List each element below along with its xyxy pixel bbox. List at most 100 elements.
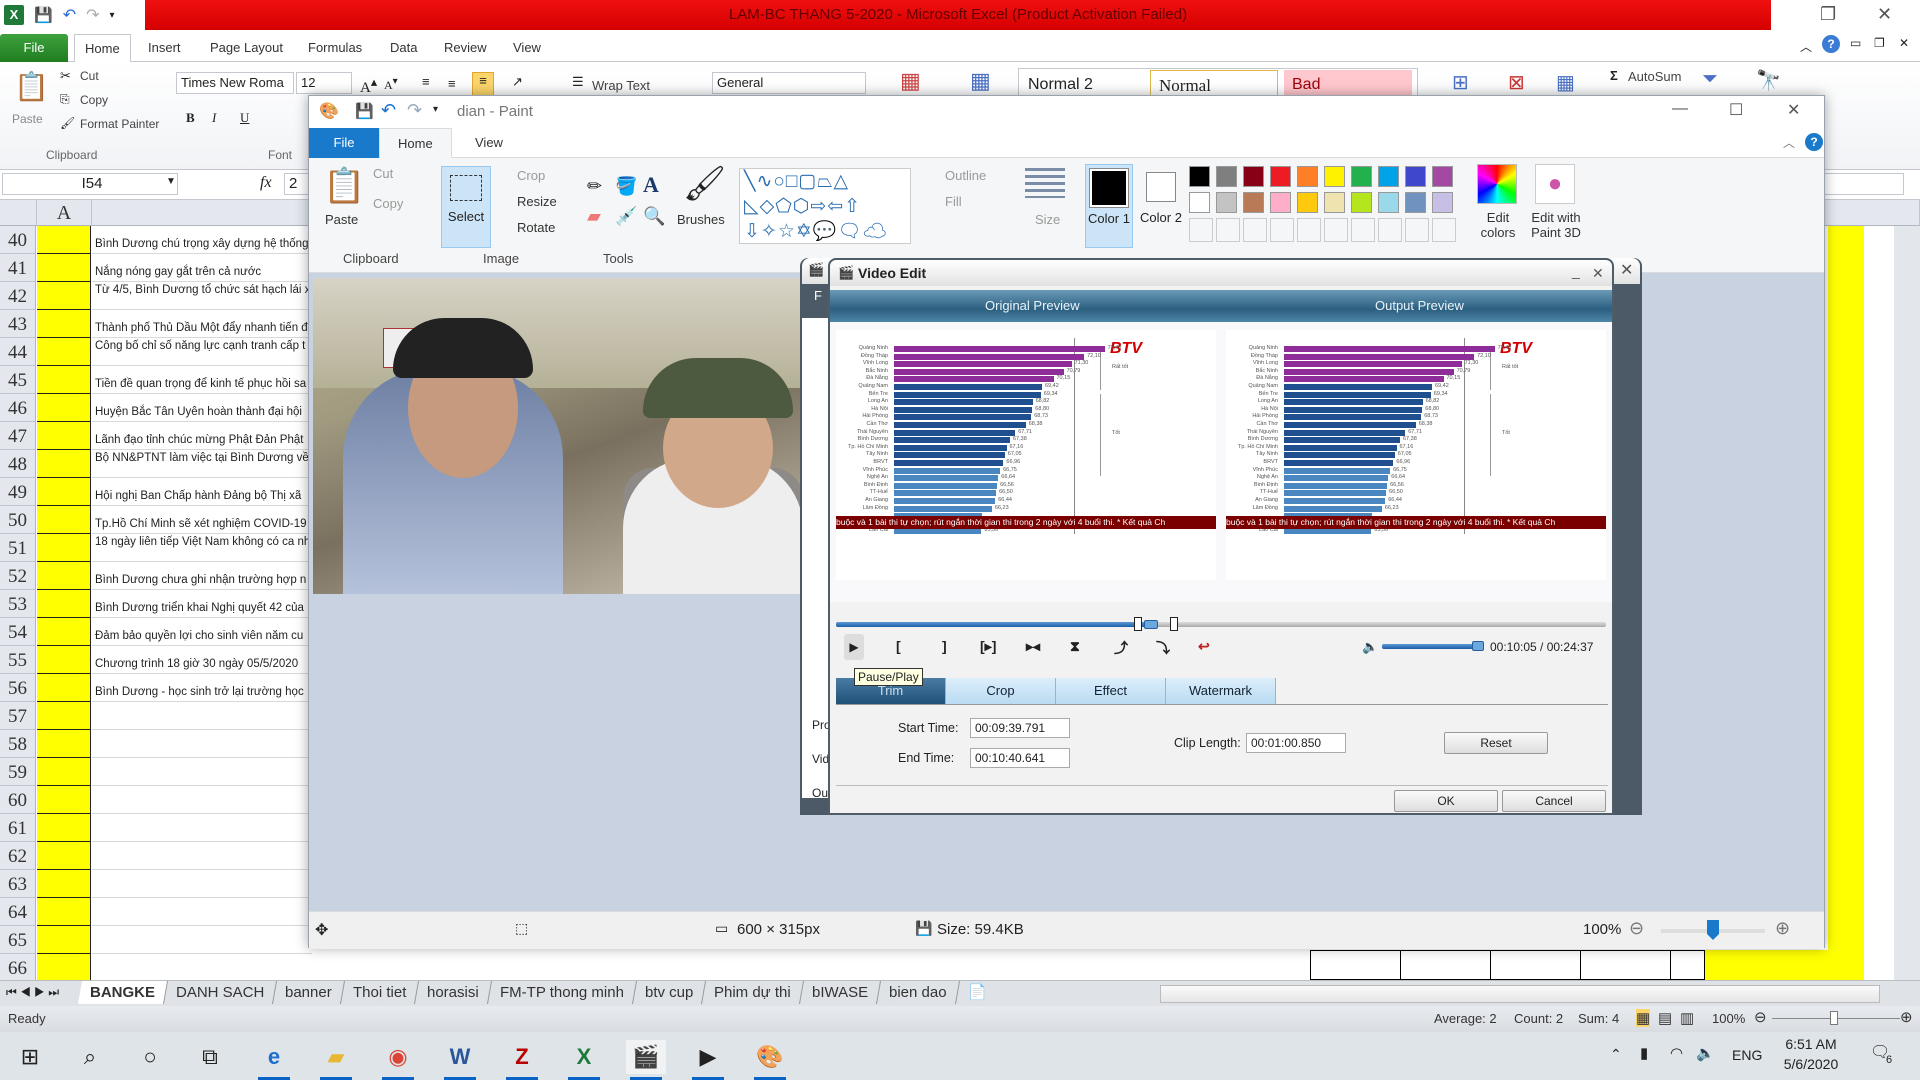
cell-a[interactable]	[37, 338, 91, 366]
cell-b[interactable]: Bình Dương chưa ghi nhận trường hợp n	[92, 562, 312, 590]
resize-button[interactable]: Resize	[517, 194, 557, 209]
paint-customize-icon[interactable]: ▾	[433, 104, 438, 115]
cell-b[interactable]: Công bố chỉ số năng lực cạnh tranh cấp t	[92, 338, 312, 366]
ok-button[interactable]: OK	[1394, 790, 1498, 812]
show-hidden-icons[interactable]: ⌃	[1610, 1046, 1622, 1063]
paint3d-icon[interactable]: ●	[1535, 164, 1575, 204]
paint-help-icon[interactable]: ?	[1805, 133, 1823, 151]
task-view-icon[interactable]: ⧉	[190, 1040, 230, 1074]
sheet-tab[interactable]: Phim dự thi	[702, 981, 805, 1004]
workbook-close-icon[interactable]: ✕	[1899, 36, 1909, 50]
cell-b[interactable]	[92, 814, 312, 842]
paint-taskbar-icon[interactable]: 🎨	[750, 1040, 790, 1080]
edit-colors-icon[interactable]	[1477, 164, 1517, 204]
row-header[interactable]: 51	[0, 534, 36, 562]
tab-crop[interactable]: Crop	[946, 678, 1056, 704]
text-tool-icon[interactable]: A	[643, 172, 659, 198]
media-player-icon[interactable]: ▶	[688, 1040, 728, 1080]
cell-a[interactable]	[37, 730, 91, 758]
tab-home[interactable]: Home	[74, 34, 131, 62]
tab-effect[interactable]: Effect	[1056, 678, 1166, 704]
palette-swatch[interactable]	[1405, 192, 1426, 213]
palette-empty-swatch[interactable]	[1243, 218, 1267, 242]
brushes-icon[interactable]: 🖌	[683, 164, 726, 204]
tab-data[interactable]: Data	[380, 34, 427, 62]
sheet-tab[interactable]: horasisi	[415, 981, 493, 1004]
name-box[interactable]: I54	[2, 173, 178, 195]
cell-a[interactable]	[37, 478, 91, 506]
size-button[interactable]: Size	[1035, 212, 1060, 227]
cell-b[interactable]: Đảm bảo quyền lợi cho sinh viên năm cu	[92, 618, 312, 646]
copy-button[interactable]: Copy	[80, 93, 108, 107]
cell-b[interactable]	[92, 730, 312, 758]
bold-button[interactable]: B	[186, 110, 195, 126]
magnifier-icon[interactable]: 🔍	[643, 206, 665, 227]
palette-swatch[interactable]	[1297, 192, 1318, 213]
palette-swatch[interactable]	[1405, 166, 1426, 187]
set-end-icon[interactable]: ]	[942, 638, 947, 654]
sheet-tab[interactable]: FM-TP thong minh	[488, 981, 638, 1004]
palette-swatch[interactable]	[1378, 192, 1399, 213]
cell-b[interactable]: Bình Dương - học sinh trở lại trường học	[92, 674, 312, 702]
color-picker-icon[interactable]: 💉	[615, 206, 637, 227]
cell-b[interactable]: Nắng nóng gay gắt trên cả nước	[92, 254, 312, 282]
row-header[interactable]: 62	[0, 842, 36, 870]
row-header[interactable]: 56	[0, 674, 36, 702]
zoom-slider-thumb[interactable]	[1830, 1011, 1838, 1025]
paint-save-icon[interactable]: 💾	[355, 102, 374, 120]
workbook-restore-icon[interactable]: ❐	[1874, 36, 1885, 50]
close-icon[interactable]: ✕	[1877, 4, 1892, 25]
shrink-font-icon[interactable]: A▾	[384, 76, 398, 93]
select-all-corner[interactable]	[0, 200, 37, 226]
set-start-icon[interactable]: [	[896, 638, 901, 654]
palette-swatch[interactable]	[1216, 192, 1237, 213]
paint-copy-button[interactable]: Copy	[373, 196, 403, 211]
cell-a[interactable]	[37, 394, 91, 422]
clock-time[interactable]: 6:51 AM	[1780, 1036, 1842, 1052]
row-header[interactable]: 50	[0, 506, 36, 534]
timeline-playhead[interactable]	[1144, 620, 1158, 629]
cell-a[interactable]	[37, 814, 91, 842]
tab-watermark[interactable]: Watermark	[1166, 678, 1276, 704]
start-button[interactable]: ⊞	[10, 1040, 50, 1074]
play-selection-icon[interactable]: [▸]	[980, 638, 996, 655]
cell-a[interactable]	[37, 646, 91, 674]
zoom-out-icon[interactable]: ⊖	[1754, 1008, 1767, 1026]
insert-sheet-icon[interactable]: 📄	[968, 983, 987, 1001]
battery-icon[interactable]: ▮	[1640, 1044, 1648, 1062]
row-header[interactable]: 59	[0, 758, 36, 786]
split-icon[interactable]: ⧗	[1070, 638, 1080, 655]
cell-b[interactable]: Tp.Hồ Chí Minh sẽ xét nghiệm COVID-19	[92, 506, 312, 534]
cell-b[interactable]: Bình Dương chú trọng xây dựng hệ thống	[92, 226, 312, 254]
cell-b[interactable]: Từ 4/5, Bình Dương tổ chức sát hạch lái …	[92, 282, 312, 310]
insert-function-icon[interactable]: fx	[260, 174, 272, 192]
palette-empty-swatch[interactable]	[1297, 218, 1321, 242]
cell-a[interactable]	[37, 898, 91, 926]
video-editor-icon[interactable]: 🎬	[626, 1040, 666, 1080]
tab-view[interactable]: View	[503, 34, 551, 62]
palette-swatch[interactable]	[1243, 166, 1264, 187]
cell-b[interactable]	[92, 842, 312, 870]
redo-icon[interactable]: ↷	[86, 5, 99, 25]
row-header[interactable]: 44	[0, 338, 36, 366]
palette-empty-swatch[interactable]	[1324, 218, 1348, 242]
cell-b[interactable]: Lãnh đạo tỉnh chúc mừng Phật Đản Phật	[92, 422, 312, 450]
play-pause-button[interactable]: ▶	[844, 634, 864, 660]
row-header[interactable]: 42	[0, 282, 36, 310]
insert-cells-icon[interactable]: ⊞	[1452, 70, 1469, 95]
palette-swatch[interactable]	[1297, 166, 1318, 187]
undo-icon[interactable]: ↶	[63, 5, 76, 25]
paint-maximize-icon[interactable]: ☐	[1729, 100, 1743, 120]
format-as-table-icon[interactable]: ▦	[970, 68, 991, 94]
palette-swatch[interactable]	[1351, 166, 1372, 187]
tab-review[interactable]: Review	[434, 34, 497, 62]
row-header[interactable]: 43	[0, 310, 36, 338]
cell-a[interactable]	[37, 254, 91, 282]
paint-minimize-icon[interactable]: —	[1672, 100, 1688, 118]
palette-swatch[interactable]	[1432, 192, 1453, 213]
font-name-select[interactable]: Times New Roma	[176, 72, 294, 94]
cell-a[interactable]	[37, 758, 91, 786]
row-header[interactable]: 66	[0, 954, 36, 982]
sheet-nav-icon[interactable]: ⏮ ◀ ▶ ⏭	[6, 985, 59, 1000]
color1-button[interactable]: Color 1	[1085, 164, 1133, 248]
